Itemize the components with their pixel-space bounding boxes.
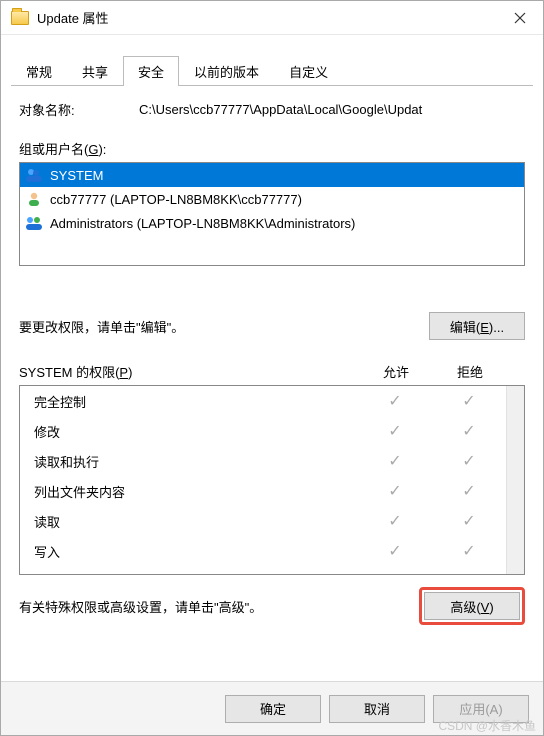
permission-row: 读取和执行	[20, 446, 506, 476]
groups-listbox[interactable]: SYSTEM ccb77777 (LAPTOP-LN8BM8KK\ccb77777…	[19, 162, 525, 266]
permission-name: 列出文件夹内容	[34, 482, 358, 501]
close-icon	[514, 12, 526, 24]
object-path: C:\Users\ccb77777\AppData\Local\Google\U…	[139, 102, 525, 117]
permission-name: 读取和执行	[34, 452, 358, 471]
users-blue-icon	[24, 166, 44, 184]
object-row: 对象名称: C:\Users\ccb77777\AppData\Local\Go…	[19, 100, 525, 119]
deny-cell	[432, 511, 506, 531]
check-icon	[462, 513, 475, 530]
allow-header: 允许	[359, 362, 433, 381]
security-panel: 对象名称: C:\Users\ccb77777\AppData\Local\Go…	[1, 86, 543, 681]
users-mixed-icon	[24, 214, 44, 232]
check-icon	[388, 543, 401, 560]
list-item[interactable]: Administrators (LAPTOP-LN8BM8KK\Administ…	[20, 211, 524, 235]
tab-previous[interactable]: 以前的版本	[179, 56, 274, 86]
permission-name: 修改	[34, 422, 358, 441]
permission-row: 列出文件夹内容	[20, 476, 506, 506]
permission-name: 写入	[34, 542, 358, 561]
check-icon	[388, 513, 401, 530]
advanced-highlight: 高级(V)	[419, 587, 525, 625]
permissions-list[interactable]: 完全控制修改读取和执行列出文件夹内容读取写入	[20, 386, 506, 574]
edit-hint: 要更改权限，请单击"编辑"。	[19, 317, 429, 336]
list-item[interactable]: ccb77777 (LAPTOP-LN8BM8KK\ccb77777)	[20, 187, 524, 211]
apply-button[interactable]: 应用(A)	[433, 695, 529, 723]
allow-cell	[358, 421, 432, 441]
permissions-box: 完全控制修改读取和执行列出文件夹内容读取写入	[19, 385, 525, 575]
permissions-header: SYSTEM 的权限(P) 允许 拒绝	[19, 362, 525, 381]
window-title: Update 属性	[37, 8, 497, 27]
check-icon	[388, 453, 401, 470]
advanced-hint: 有关特殊权限或高级设置，请单击"高级"。	[19, 597, 419, 616]
scrollbar[interactable]	[506, 386, 524, 574]
tab-general[interactable]: 常规	[11, 56, 67, 86]
check-icon	[388, 393, 401, 410]
tabstrip: 常规 共享 安全 以前的版本 自定义	[11, 55, 533, 86]
groups-label: 组或用户名(G):	[19, 139, 525, 158]
list-item-label: ccb77777 (LAPTOP-LN8BM8KK\ccb77777)	[50, 192, 302, 207]
permission-row: 修改	[20, 416, 506, 446]
folder-icon	[11, 11, 29, 25]
check-icon	[462, 483, 475, 500]
user-green-icon	[24, 190, 44, 208]
tab-share[interactable]: 共享	[67, 56, 123, 86]
deny-cell	[432, 451, 506, 471]
titlebar: Update 属性	[1, 1, 543, 35]
deny-cell	[432, 481, 506, 501]
dialog-buttons: 确定 取消 应用(A)	[1, 681, 543, 735]
properties-dialog: Update 属性 常规 共享 安全 以前的版本 自定义 对象名称: C:\Us…	[0, 0, 544, 736]
advanced-row: 有关特殊权限或高级设置，请单击"高级"。 高级(V)	[19, 587, 525, 625]
deny-cell	[432, 421, 506, 441]
edit-button[interactable]: 编辑(E)...	[429, 312, 525, 340]
list-item-label: Administrators (LAPTOP-LN8BM8KK\Administ…	[50, 216, 355, 231]
check-icon	[462, 453, 475, 470]
permission-row: 完全控制	[20, 386, 506, 416]
advanced-button[interactable]: 高级(V)	[424, 592, 520, 620]
permissions-for-label: SYSTEM 的权限(P)	[19, 362, 359, 381]
deny-cell	[432, 391, 506, 411]
check-icon	[462, 543, 475, 560]
permission-row: 写入	[20, 536, 506, 566]
deny-cell	[432, 541, 506, 561]
edit-row: 要更改权限，请单击"编辑"。 编辑(E)...	[19, 312, 525, 340]
cancel-button[interactable]: 取消	[329, 695, 425, 723]
permission-name: 读取	[34, 512, 358, 531]
tab-security[interactable]: 安全	[123, 56, 179, 86]
close-button[interactable]	[497, 1, 543, 34]
object-label: 对象名称:	[19, 100, 139, 119]
list-item[interactable]: SYSTEM	[20, 163, 524, 187]
allow-cell	[358, 391, 432, 411]
allow-cell	[358, 481, 432, 501]
list-item-label: SYSTEM	[50, 168, 103, 183]
allow-cell	[358, 451, 432, 471]
check-icon	[388, 483, 401, 500]
allow-cell	[358, 541, 432, 561]
check-icon	[462, 393, 475, 410]
check-icon	[388, 423, 401, 440]
permission-name: 完全控制	[34, 392, 358, 411]
ok-button[interactable]: 确定	[225, 695, 321, 723]
deny-header: 拒绝	[433, 362, 507, 381]
tab-custom[interactable]: 自定义	[274, 56, 343, 86]
permission-row: 读取	[20, 506, 506, 536]
allow-cell	[358, 511, 432, 531]
check-icon	[462, 423, 475, 440]
